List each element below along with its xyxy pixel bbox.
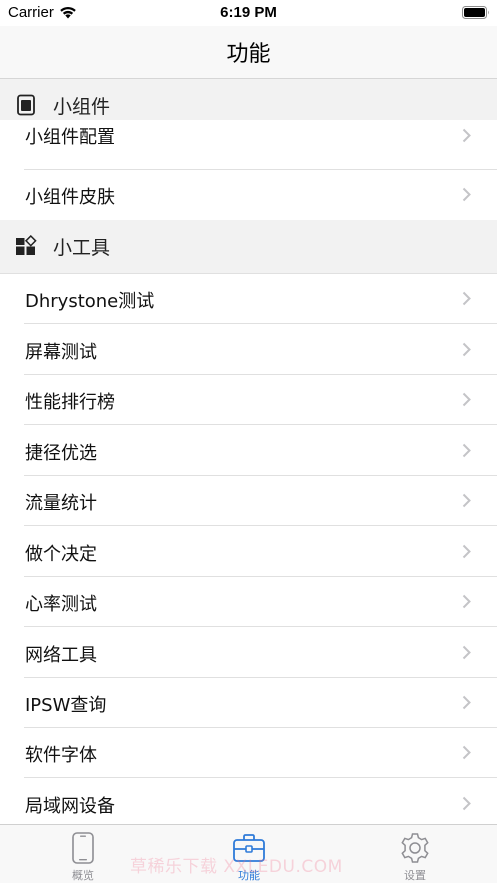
tab-settings[interactable]: 设置 (332, 825, 497, 883)
list-item[interactable]: 性能排行榜 (0, 375, 497, 425)
section-title: 小工具 (53, 237, 111, 259)
list-item-label: 软件字体 (25, 745, 97, 766)
section-title: 小组件 (53, 96, 111, 118)
list-item[interactable]: 心率测试 (0, 577, 497, 627)
list-item[interactable]: 捷径优选 (0, 426, 497, 476)
list-item[interactable]: IPSW查询 (0, 678, 497, 728)
section-header-tools: 小工具 (0, 220, 497, 274)
list-item-label: 做个决定 (25, 544, 97, 565)
chevron-right-icon (462, 745, 471, 760)
feature-list[interactable]: 小组件 小组件配置 小组件皮肤 小工具 Dhrystone测试 屏幕测试 性能排… (0, 79, 497, 824)
phone-icon (72, 832, 94, 864)
list-item-label: Dhrystone测试 (25, 291, 155, 312)
chevron-right-icon (462, 128, 471, 143)
list-item[interactable]: 软件字体 (0, 728, 497, 778)
list-item[interactable]: 网络工具 (0, 628, 497, 678)
list-item-label: 捷径优选 (25, 443, 97, 464)
gear-icon (401, 833, 429, 863)
battery-icon (462, 6, 489, 19)
list-item-label: IPSW查询 (25, 695, 107, 716)
page-title: 功能 (226, 42, 271, 67)
chevron-right-icon (462, 493, 471, 508)
list-item-label: 性能排行榜 (25, 392, 115, 413)
chevron-right-icon (462, 291, 471, 306)
watermark: 草稀乐下载 XXLEDU.COM (130, 857, 343, 877)
divider (24, 525, 497, 526)
chevron-right-icon (462, 645, 471, 660)
chevron-right-icon (462, 392, 471, 407)
chevron-right-icon (462, 443, 471, 458)
tab-bar: 概览 功能 设置 草稀乐下载 XXLEDU.COM (0, 824, 497, 883)
list-item[interactable]: 小组件配置 (0, 120, 497, 170)
status-time: 6:19 PM (220, 4, 277, 21)
list-item[interactable]: 小组件皮肤 (0, 170, 497, 220)
list-item[interactable]: Dhrystone测试 (0, 274, 497, 324)
list-item-label: 网络工具 (25, 645, 97, 666)
chevron-right-icon (462, 594, 471, 609)
divider (24, 424, 497, 425)
divider (24, 626, 497, 627)
chevron-right-icon (462, 544, 471, 559)
list-item[interactable]: 做个决定 (0, 527, 497, 577)
list-item-label: 心率测试 (25, 594, 97, 615)
list-item-label: 小组件皮肤 (25, 187, 115, 208)
chevron-right-icon (462, 342, 471, 357)
divider (24, 323, 497, 324)
chevron-right-icon (462, 187, 471, 202)
list-item-label: 屏幕测试 (25, 342, 97, 363)
navigation-bar: 功能 (0, 26, 497, 79)
list-item[interactable]: 局域网设备 (0, 779, 497, 824)
list-item-label: 流量统计 (25, 493, 97, 514)
tab-label: 设置 (404, 869, 426, 882)
tools-icon (16, 235, 37, 255)
list-item[interactable]: 屏幕测试 (0, 325, 497, 375)
chevron-right-icon (462, 695, 471, 710)
chevron-right-icon (462, 796, 471, 811)
app-screen: Carrier 6:19 PM 功能 小组件 小组件配置 小组件皮肤 小工具 D… (0, 0, 497, 883)
list-item[interactable]: 流量统计 (0, 476, 497, 526)
divider (24, 777, 497, 778)
status-bar: Carrier 6:19 PM (0, 0, 497, 26)
widget-icon (17, 94, 35, 116)
list-item-label: 局域网设备 (25, 796, 115, 817)
list-item-label: 小组件配置 (25, 127, 115, 148)
